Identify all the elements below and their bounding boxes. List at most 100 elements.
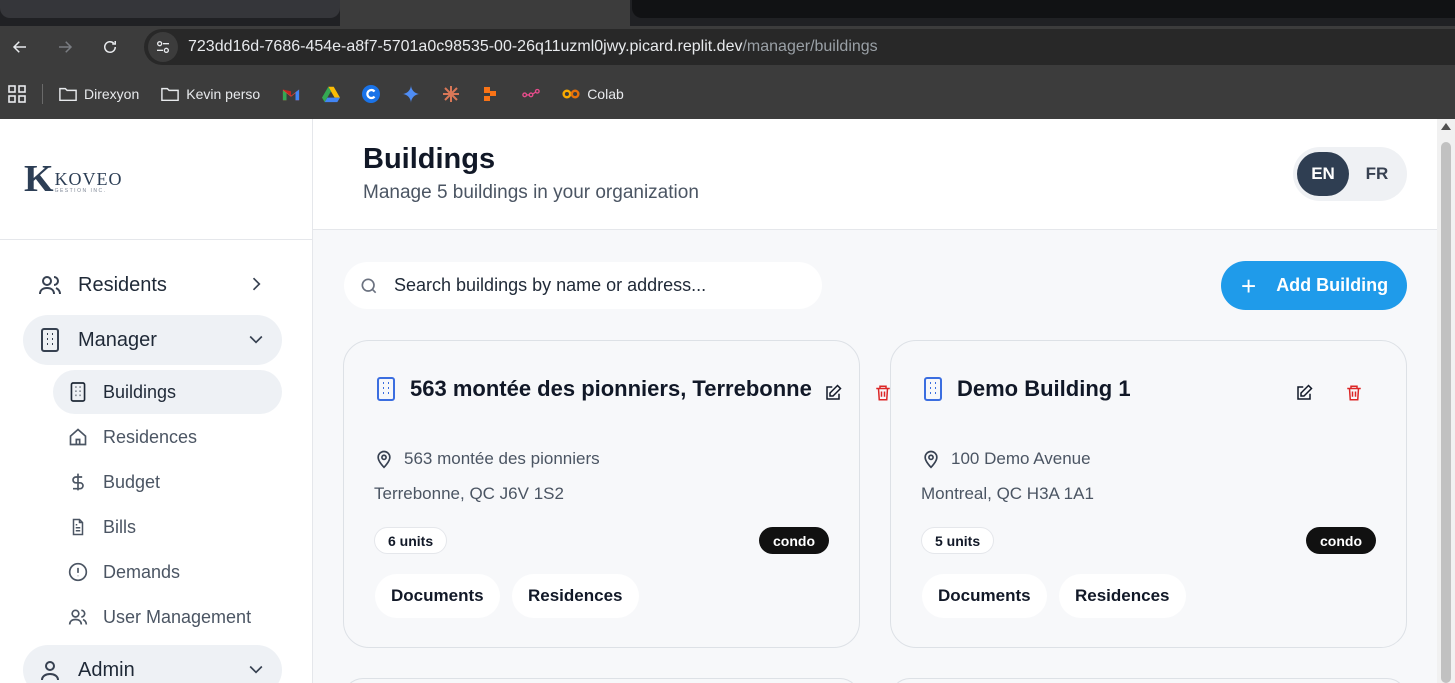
building-title: 563 montée des pionniers, Terrebonne [374,376,812,402]
c-logo-icon [362,84,381,103]
browser-tab[interactable] [0,0,340,18]
plus-icon: + [1241,270,1257,301]
browser-tab-active[interactable] [340,0,630,26]
browser-tabstrip [0,0,1455,26]
building-card[interactable]: Demo Building 1 100 Demo Avenue Montreal… [890,340,1407,648]
lang-en-button[interactable]: EN [1297,152,1349,196]
building-icon [37,327,63,353]
browser-tab[interactable] [632,0,1455,18]
documents-button[interactable]: Documents [375,574,500,618]
site-settings-icon[interactable] [148,32,178,62]
units-badge: 6 units [374,527,448,554]
file-text-icon [67,516,89,538]
building-city: Terrebonne, QC J6V 1S2 [374,484,564,503]
units-badge: 5 units [921,527,995,554]
bookmark-kevin-perso[interactable]: Kevin perso [161,85,260,103]
building-street: 100 Demo Avenue [921,449,1091,469]
scroll-up-icon[interactable] [1441,123,1451,130]
folder-icon [59,85,77,103]
delete-icon[interactable] [1345,384,1363,402]
building-type-badge: condo [759,527,829,554]
lang-fr-button[interactable]: FR [1351,152,1403,196]
bookmark-c[interactable] [362,84,381,103]
building-title: Demo Building 1 [921,376,1131,402]
building-city: Montreal, QC H3A 1A1 [921,484,1094,503]
page-scrollbar[interactable] [1437,119,1455,683]
residences-button[interactable]: Residences [1059,574,1186,618]
bookmark-direxyon[interactable]: Direxyon [59,85,139,103]
colab-icon [562,85,580,103]
bookmark-pink-app[interactable] [522,85,540,103]
add-building-button[interactable]: + Add Building [1221,261,1407,310]
scrollbar-thumb[interactable] [1441,142,1451,683]
apps-grid-icon[interactable] [8,84,26,103]
building-name: 563 montée des pionniers, Terrebonne [410,376,812,401]
folder-icon [161,85,180,103]
building-card[interactable]: 563 montée des pionniers, Terrebonne 563… [343,340,890,648]
orange-blocks-icon [482,85,500,103]
nav-group-label: Residents [78,273,167,296]
building-card-partial[interactable] [890,678,1407,683]
edit-icon[interactable] [1295,384,1313,402]
sidebar-item-residences[interactable]: Residences [53,415,282,459]
address-bar[interactable]: 723dd16d-7686-454e-a8f7-5701a0c98535-00-… [144,29,1455,65]
nav-group-label: Manager [78,328,157,351]
bookmarks-bar: Direxyon Kevin perso Colab [0,68,1455,119]
bookmarks-separator [42,83,43,104]
koveo-logo[interactable]: K KOVEO GESTION INC. [24,160,123,198]
gmail-icon [282,85,300,103]
users-icon [67,606,89,628]
sidebar-item-budget[interactable]: Budget [53,460,282,504]
building-icon [924,377,942,401]
address-url[interactable]: 723dd16d-7686-454e-a8f7-5701a0c98535-00-… [188,38,878,56]
users-icon [37,272,63,298]
building-icon [67,381,89,403]
page-subtitle: Manage 5 buildings in your organization [363,182,699,203]
building-name: Demo Building 1 [957,376,1131,401]
bookmark-claude[interactable] [442,85,460,103]
page-title: Buildings [363,143,496,175]
language-switcher: EN FR [1293,147,1407,201]
alert-circle-icon [67,561,89,583]
browser-toolbar: 723dd16d-7686-454e-a8f7-5701a0c98535-00-… [0,26,1455,68]
nav-group-admin[interactable]: Admin [23,645,282,683]
bookmark-orange-app[interactable] [482,85,500,103]
logo-subtitle: GESTION INC. [54,188,107,194]
bookmark-drive[interactable] [322,85,341,103]
sidebar-item-demands[interactable]: Demands [53,550,282,594]
reload-icon[interactable] [97,34,123,60]
drive-icon [322,85,341,103]
search-input[interactable] [394,275,794,296]
sidebar-item-buildings[interactable]: Buildings [53,370,282,414]
gemini-icon [402,84,421,103]
claude-icon [442,85,460,103]
residences-button[interactable]: Residences [512,574,639,618]
chevron-down-icon [249,665,263,674]
chevron-right-icon [252,277,261,291]
sidebar: K KOVEO GESTION INC. Residents Manager B… [0,119,313,683]
bookmark-gmail[interactable] [282,85,300,103]
dollar-icon [67,471,89,493]
bookmark-gemini[interactable] [402,84,421,103]
home-icon [67,426,89,448]
back-icon[interactable] [7,34,33,60]
nav-group-manager[interactable]: Manager [23,315,282,365]
search-icon [361,278,377,293]
map-pin-icon [377,450,391,469]
chevron-down-icon [249,335,263,344]
user-icon [37,657,63,683]
sidebar-item-user-management[interactable]: User Management [53,595,282,639]
building-card-partial[interactable] [343,678,860,683]
forward-icon[interactable] [52,34,78,60]
sidebar-item-bills[interactable]: Bills [53,505,282,549]
nav-group-residents[interactable]: Residents [23,260,282,310]
nodes-icon [522,85,540,103]
logo-name: KOVEO [54,169,123,189]
edit-icon[interactable] [824,384,842,402]
documents-button[interactable]: Documents [922,574,1047,618]
logo-area: K KOVEO GESTION INC. [0,119,312,240]
bookmark-colab[interactable]: Colab [562,85,624,103]
building-icon [377,377,395,401]
building-type-badge: condo [1306,527,1376,554]
page-header: Buildings Manage 5 buildings in your org… [313,119,1437,230]
